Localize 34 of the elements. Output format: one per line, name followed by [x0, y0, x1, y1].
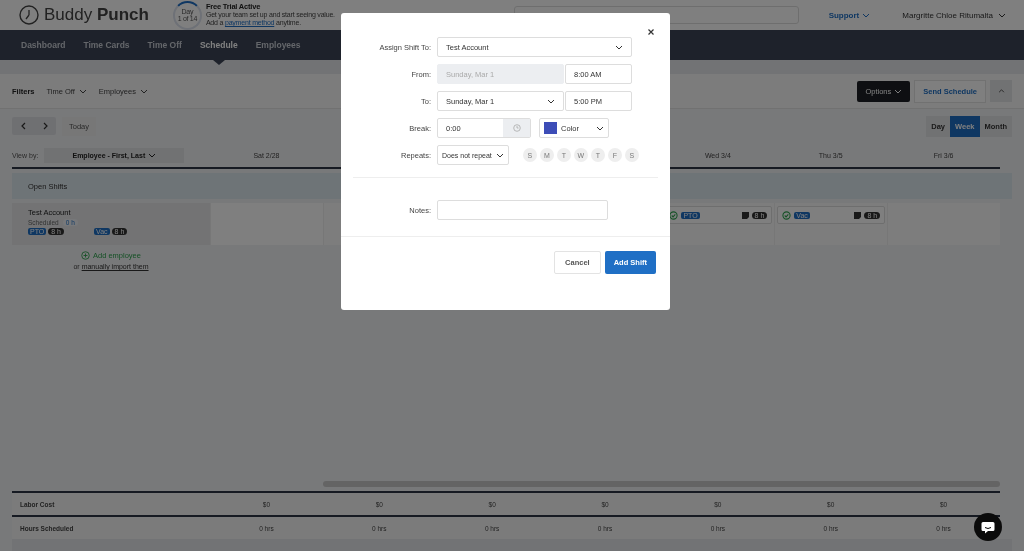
caret-icon — [894, 88, 903, 94]
plus-circle-icon — [81, 251, 90, 260]
logo-text: Buddy Punch — [44, 5, 149, 25]
clock-icon — [18, 4, 40, 26]
user-menu[interactable]: Margritte Chloe Ritumalta — [902, 10, 1006, 20]
caret-icon — [547, 98, 555, 104]
nav-tab[interactable]: Time Cards — [74, 30, 139, 60]
close-button[interactable] — [646, 27, 656, 37]
support-menu[interactable]: Support — [828, 10, 871, 20]
chat-icon — [981, 520, 995, 534]
color-swatch — [544, 122, 557, 134]
caret-icon — [615, 44, 623, 50]
caret-icon — [148, 152, 157, 158]
close-icon — [648, 29, 654, 35]
collapse-button[interactable] — [990, 80, 1012, 102]
notes-field[interactable] — [437, 200, 608, 220]
note-icon — [741, 211, 749, 219]
nav-tab[interactable]: Employees — [246, 30, 310, 60]
nav-tab[interactable]: Time Off — [138, 30, 191, 60]
caret-icon — [78, 88, 87, 94]
check-circle-icon — [782, 210, 792, 220]
clock-icon — [512, 124, 521, 132]
chevron-right-icon — [42, 122, 48, 130]
caret-icon — [596, 125, 604, 131]
caret-icon — [139, 88, 148, 94]
caret-up-icon — [997, 89, 1005, 93]
caret-icon — [862, 12, 871, 18]
caret-icon — [495, 152, 504, 158]
chevron-left-icon — [20, 122, 26, 130]
note-icon — [854, 211, 862, 219]
nav-tab[interactable]: Dashboard — [12, 30, 75, 60]
check-circle-icon — [669, 210, 679, 220]
caret-icon — [998, 12, 1006, 18]
nav-tab[interactable]: Schedule — [190, 30, 247, 60]
